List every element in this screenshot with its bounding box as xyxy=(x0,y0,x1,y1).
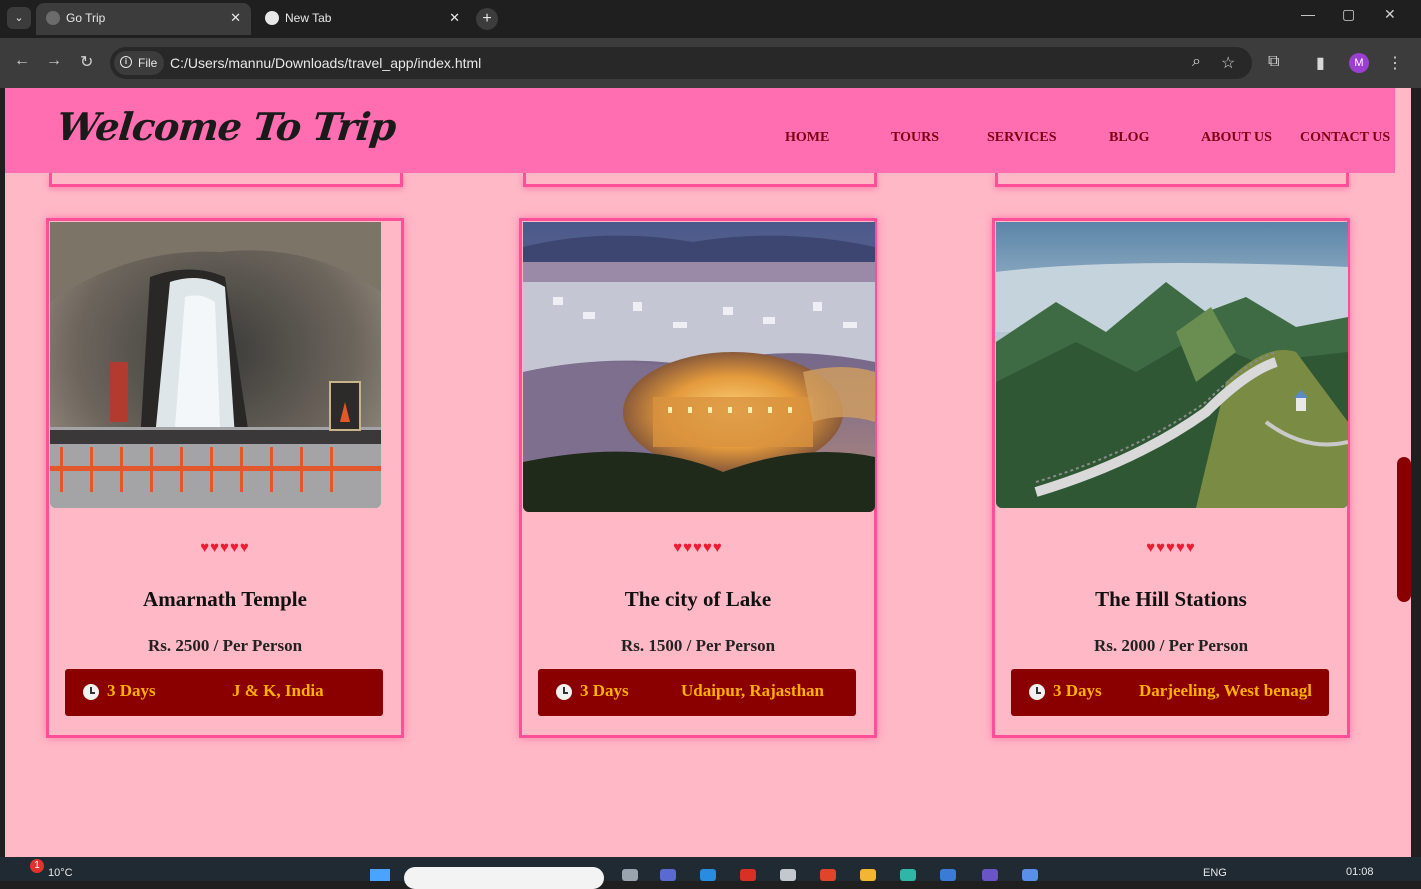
nav-tours[interactable]: TOURS xyxy=(891,130,939,146)
back-icon[interactable]: ← xyxy=(14,52,30,70)
tour-duration: 3 Days xyxy=(107,681,156,700)
site-info-label: File xyxy=(138,56,158,70)
close-icon[interactable]: ✕ xyxy=(449,3,460,33)
tour-card-amarnath[interactable]: ♥♥♥♥♥ Amarnath Temple Rs. 2500 / Per Per… xyxy=(46,218,404,738)
nav-contact-us[interactable]: CONTACT US xyxy=(1300,130,1390,146)
nav-blog[interactable]: BLOG xyxy=(1109,130,1149,146)
previous-card-edge xyxy=(49,173,403,187)
tour-price: Rs. 2500 / Per Person xyxy=(147,636,303,655)
previous-card-edge xyxy=(523,173,877,187)
tour-photo xyxy=(523,222,875,512)
weather-badge: 1 xyxy=(30,859,44,873)
reload-icon[interactable]: ↻ xyxy=(80,52,93,72)
clock-icon xyxy=(83,684,99,700)
store-icon[interactable] xyxy=(780,869,796,881)
tour-info-bar[interactable]: 3 Days Udaipur, Rajasthan xyxy=(538,669,856,716)
taskview-icon[interactable] xyxy=(622,869,638,881)
tour-photo xyxy=(996,222,1348,508)
clock-icon xyxy=(1029,684,1045,700)
tab-search-icon[interactable]: ⌄ xyxy=(7,7,31,29)
tour-photo xyxy=(50,222,381,508)
weather-temp[interactable]: 10°C xyxy=(48,867,73,879)
rating-hearts: ♥♥♥♥♥ xyxy=(200,539,250,556)
app-icon[interactable] xyxy=(660,869,676,881)
tab-go-trip[interactable]: Go Trip ✕ xyxy=(36,3,251,35)
minimize-icon[interactable]: — xyxy=(1301,6,1315,22)
file-explorer-icon[interactable] xyxy=(860,869,876,881)
window-close-icon[interactable]: ✕ xyxy=(1384,6,1396,23)
nav-home[interactable]: HOME xyxy=(785,130,829,146)
site-header: Welcome To Trip HOME TOURS SERVICES BLOG… xyxy=(5,88,1395,173)
forward-icon[interactable]: → xyxy=(46,52,62,70)
new-tab-button[interactable]: + xyxy=(476,8,498,30)
calendar-icon[interactable] xyxy=(1022,869,1038,881)
url-text[interactable]: C:/Users/mannu/Downloads/travel_app/inde… xyxy=(170,47,481,79)
page-viewport: Welcome To Trip HOME TOURS SERVICES BLOG… xyxy=(5,88,1395,857)
tour-info-bar[interactable]: 3 Days J & K, India xyxy=(65,669,383,716)
gmail-icon[interactable] xyxy=(740,869,756,881)
tour-location: Darjeeling, West benagl xyxy=(1139,681,1312,700)
side-panel-icon[interactable]: ▮ xyxy=(1316,53,1325,73)
previous-card-edge xyxy=(995,173,1349,187)
tour-location: Udaipur, Rajasthan xyxy=(681,681,824,700)
tour-price: Rs. 1500 / Per Person xyxy=(620,636,776,655)
nav-about-us[interactable]: ABOUT US xyxy=(1201,130,1272,146)
page-scrollbar-thumb[interactable] xyxy=(1397,457,1411,602)
zoom-icon[interactable]: ⌕ xyxy=(1192,53,1201,71)
tour-duration: 3 Days xyxy=(1053,681,1102,700)
tour-info-bar[interactable]: 3 Days Darjeeling, West benagl xyxy=(1011,669,1329,716)
maximize-icon[interactable]: ▢ xyxy=(1342,6,1355,23)
tour-price: Rs. 2000 / Per Person xyxy=(1093,636,1249,655)
tab-strip: ⌄ Go Trip ✕ New Tab ✕ + — ▢ ✕ xyxy=(0,0,1421,38)
edge-icon[interactable] xyxy=(700,869,716,881)
nav-services[interactable]: SERVICES xyxy=(987,130,1057,146)
chrome-icon xyxy=(265,11,279,25)
rating-hearts: ♥♥♥♥♥ xyxy=(673,539,723,556)
tab-title: New Tab xyxy=(285,11,332,25)
close-icon[interactable]: ✕ xyxy=(230,3,241,33)
clock-icon xyxy=(556,684,572,700)
chrome-taskbar-icon[interactable] xyxy=(820,869,836,881)
address-bar[interactable]: i File C:/Users/mannu/Downloads/travel_a… xyxy=(110,47,1252,79)
clock-time[interactable]: 01:08 xyxy=(1346,866,1374,878)
menu-kebab-icon[interactable]: ⋮ xyxy=(1387,53,1403,73)
taskbar-search[interactable] xyxy=(404,867,604,889)
tour-title: The Hill Stations xyxy=(1095,587,1247,611)
globe-icon xyxy=(46,11,60,25)
app-icon[interactable] xyxy=(982,869,998,881)
tour-title: Amarnath Temple xyxy=(143,587,307,611)
tour-location: J & K, India xyxy=(232,681,324,700)
app-icon[interactable] xyxy=(940,869,956,881)
tab-new-tab[interactable]: New Tab ✕ xyxy=(255,3,470,35)
browser-toolbar: ← → ↻ i File C:/Users/mannu/Downloads/tr… xyxy=(0,38,1421,88)
info-icon: i xyxy=(120,56,132,68)
tour-card-udaipur[interactable]: ♥♥♥♥♥ The city of Lake Rs. 1500 / Per Pe… xyxy=(519,218,877,738)
windows-start-icon[interactable] xyxy=(370,869,390,881)
bookmark-star-icon[interactable]: ☆ xyxy=(1221,53,1235,73)
tour-duration: 3 Days xyxy=(580,681,629,700)
tour-card-hill-stations[interactable]: ♥♥♥♥♥ The Hill Stations Rs. 2000 / Per P… xyxy=(992,218,1350,738)
tour-title: The city of Lake xyxy=(624,587,772,611)
input-language[interactable]: ENG xyxy=(1203,867,1227,879)
app-icon[interactable] xyxy=(900,869,916,881)
profile-avatar[interactable]: M xyxy=(1349,53,1369,73)
extensions-icon[interactable]: ⧉ xyxy=(1268,53,1279,71)
rating-hearts: ♥♥♥♥♥ xyxy=(1146,539,1196,556)
site-info-chip[interactable]: i File xyxy=(114,51,164,75)
site-logo[interactable]: Welcome To Trip xyxy=(55,104,398,149)
tab-title: Go Trip xyxy=(66,11,106,25)
